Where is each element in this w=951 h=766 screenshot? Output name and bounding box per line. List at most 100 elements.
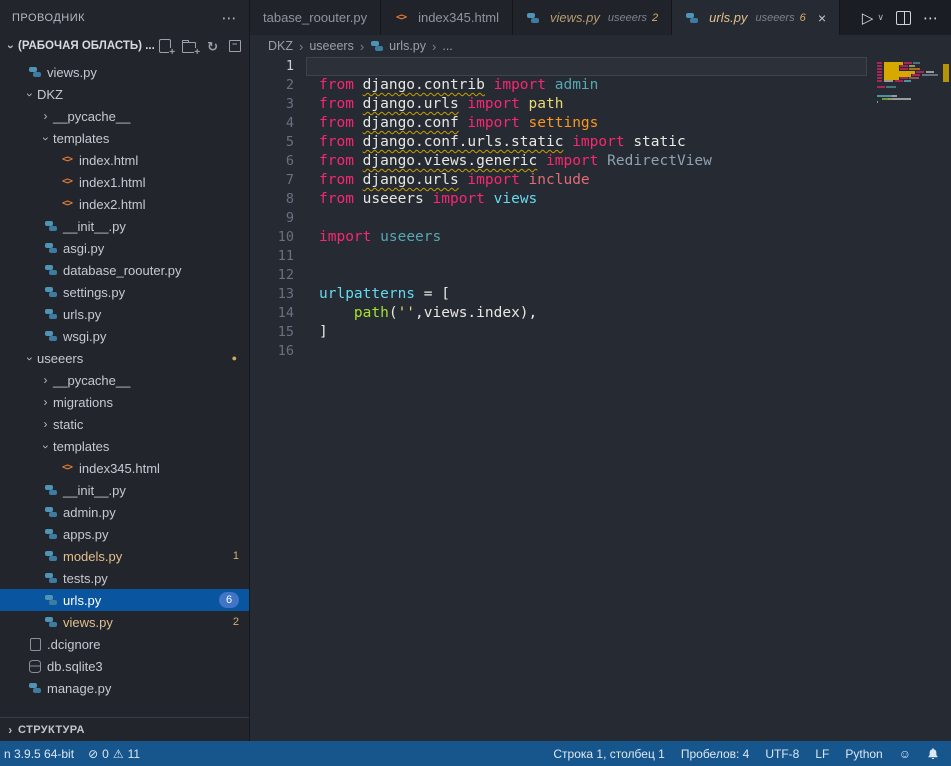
chevron-down-icon: ›	[39, 439, 53, 454]
tree-item-useeers[interactable]: ›useeers●	[0, 347, 249, 369]
line-number: 2	[250, 76, 294, 95]
code-token: useeers	[363, 191, 424, 207]
tree-item-manage.py[interactable]: manage.py	[0, 677, 249, 699]
chevron-right-icon: ›	[38, 395, 53, 409]
minimap-token	[877, 95, 892, 97]
split-editor-icon[interactable]	[896, 11, 911, 25]
new-file-icon[interactable]	[159, 39, 171, 53]
tree-item-tests.py[interactable]: tests.py	[0, 567, 249, 589]
tab-urls.py[interactable]: urls.pyuseeers6×	[672, 0, 840, 35]
code-token: = [	[415, 286, 450, 302]
status-bar-left: n 3.9.5 64-bit ⊘ 0 ⚠ 11	[0, 747, 140, 761]
tree-item-index345.html[interactable]: <>index345.html	[0, 457, 249, 479]
tree-item-__init__.py[interactable]: __init__.py	[0, 479, 249, 501]
tree-item-__pycache__[interactable]: ›__pycache__	[0, 369, 249, 391]
tree-item-database_roouter.py[interactable]: database_roouter.py	[0, 259, 249, 281]
tree-item-admin.py[interactable]: admin.py	[0, 501, 249, 523]
explorer-more-actions-icon[interactable]: ⋯	[222, 9, 238, 27]
breadcrumb-item-...[interactable]: ...	[442, 39, 452, 53]
run-dropdown-icon[interactable]: ∨	[877, 12, 884, 23]
tab-label: index345.html	[418, 10, 499, 25]
tree-item-settings.py[interactable]: settings.py	[0, 281, 249, 303]
cursor-position-status[interactable]: Строка 1, столбец 1	[553, 747, 664, 761]
tab-views.py[interactable]: views.pyuseeers2	[513, 0, 672, 35]
tree-item-label: useeers	[37, 351, 83, 366]
breadcrumb-item-label: ...	[442, 39, 452, 53]
breadcrumb-item-useeers[interactable]: useeers	[309, 39, 353, 53]
collapse-all-icon[interactable]	[229, 40, 241, 52]
warning-squiggle-token: django.contrib	[363, 77, 485, 93]
minimap-token	[909, 77, 918, 79]
tree-item-db.sqlite3[interactable]: db.sqlite3	[0, 655, 249, 677]
breadcrumb-item-DKZ[interactable]: DKZ	[268, 39, 293, 53]
warning-icon: ⚠	[113, 747, 124, 761]
tree-item-__init__.py[interactable]: __init__.py	[0, 215, 249, 237]
code-editor[interactable]: 12from django.contrib import admin3from …	[250, 57, 951, 741]
python-interpreter-status[interactable]: n 3.9.5 64-bit	[4, 747, 74, 761]
code-token: import	[467, 96, 519, 112]
problems-status[interactable]: ⊘ 0 ⚠ 11	[88, 747, 140, 761]
tree-item-label: static	[53, 417, 83, 432]
code-token: (	[389, 305, 398, 321]
code-token	[354, 115, 363, 131]
tree-item-urls.py[interactable]: urls.py6	[0, 589, 249, 611]
tree-item-label: models.py	[63, 549, 122, 564]
language-status[interactable]: Python	[845, 747, 882, 761]
workspace-label: (РАБОЧАЯ ОБЛАСТЬ) ...	[18, 40, 155, 52]
python-file-icon	[44, 615, 58, 629]
editor-more-icon[interactable]: ⋯	[923, 9, 938, 27]
tree-item-views.py[interactable]: views.py2	[0, 611, 249, 633]
breadcrumb-item-urls.py[interactable]: urls.py	[370, 39, 426, 53]
code-token: static	[633, 134, 685, 150]
tree-item-views.py[interactable]: views.py	[0, 61, 249, 83]
modified-dot-badge: ●	[232, 353, 237, 363]
tree-item-index.html[interactable]: <>index.html	[0, 149, 249, 171]
tab-index345.html[interactable]: <> index345.html	[381, 0, 513, 35]
workspace-section-header[interactable]: › (РАБОЧАЯ ОБЛАСТЬ) ... ↻	[0, 35, 249, 57]
notifications-bell-icon[interactable]	[927, 747, 939, 760]
tree-item-label: templates	[53, 439, 109, 454]
tree-item-asgi.py[interactable]: asgi.py	[0, 237, 249, 259]
tree-item-templates[interactable]: ›templates	[0, 435, 249, 457]
feedback-icon[interactable]: ☺	[899, 747, 911, 761]
tree-item-__pycache__[interactable]: ›__pycache__	[0, 105, 249, 127]
tab-problems-count: 2	[652, 12, 658, 24]
indentation-status[interactable]: Пробелов: 4	[681, 747, 750, 761]
tree-item-apps.py[interactable]: apps.py	[0, 523, 249, 545]
tree-item-wsgi.py[interactable]: wsgi.py	[0, 325, 249, 347]
encoding-status[interactable]: UTF-8	[765, 747, 799, 761]
tree-item-label: wsgi.py	[63, 329, 106, 344]
outline-section-header[interactable]: › СТРУКТУРА	[0, 717, 249, 741]
tree-item-migrations[interactable]: ›migrations	[0, 391, 249, 413]
chevron-down-icon: ›	[39, 131, 53, 146]
tree-item-label: database_roouter.py	[63, 263, 182, 278]
tree-item-index1.html[interactable]: <>index1.html	[0, 171, 249, 193]
run-button[interactable]: ▷	[862, 9, 874, 27]
tree-item-templates[interactable]: ›templates	[0, 127, 249, 149]
code-token: from	[319, 77, 354, 93]
minimap-token	[886, 86, 895, 88]
refresh-icon[interactable]: ↻	[207, 40, 218, 53]
vscode-window: ПРОВОДНИК ⋯ › (РАБОЧАЯ ОБЛАСТЬ) ... ↻ vi…	[0, 0, 951, 766]
tree-item-DKZ[interactable]: ›DKZ	[0, 83, 249, 105]
line-number: 7	[250, 171, 294, 190]
code-token: RedirectView	[607, 153, 712, 169]
new-folder-icon[interactable]	[182, 39, 196, 53]
tabs: tabase_roouter.py <> index345.html views.py…	[250, 0, 840, 35]
code-token	[598, 153, 607, 169]
close-icon[interactable]: ×	[818, 10, 826, 26]
eol-status[interactable]: LF	[815, 747, 829, 761]
tree-item-models.py[interactable]: models.py1	[0, 545, 249, 567]
tree-item-static[interactable]: ›static	[0, 413, 249, 435]
code-token: import	[546, 153, 598, 169]
tree-item-index2.html[interactable]: <>index2.html	[0, 193, 249, 215]
tab-tabase_roouter.py[interactable]: tabase_roouter.py	[250, 0, 381, 35]
tree-item-.dcignore[interactable]: .dcignore	[0, 633, 249, 655]
code-token: urlpatterns	[319, 286, 415, 302]
minimap[interactable]	[877, 59, 941, 107]
current-line-highlight	[306, 57, 867, 76]
html-file-icon: <>	[394, 11, 408, 25]
tree-item-urls.py[interactable]: urls.py	[0, 303, 249, 325]
code-token	[485, 191, 494, 207]
breadcrumb-item-label: urls.py	[389, 39, 426, 53]
